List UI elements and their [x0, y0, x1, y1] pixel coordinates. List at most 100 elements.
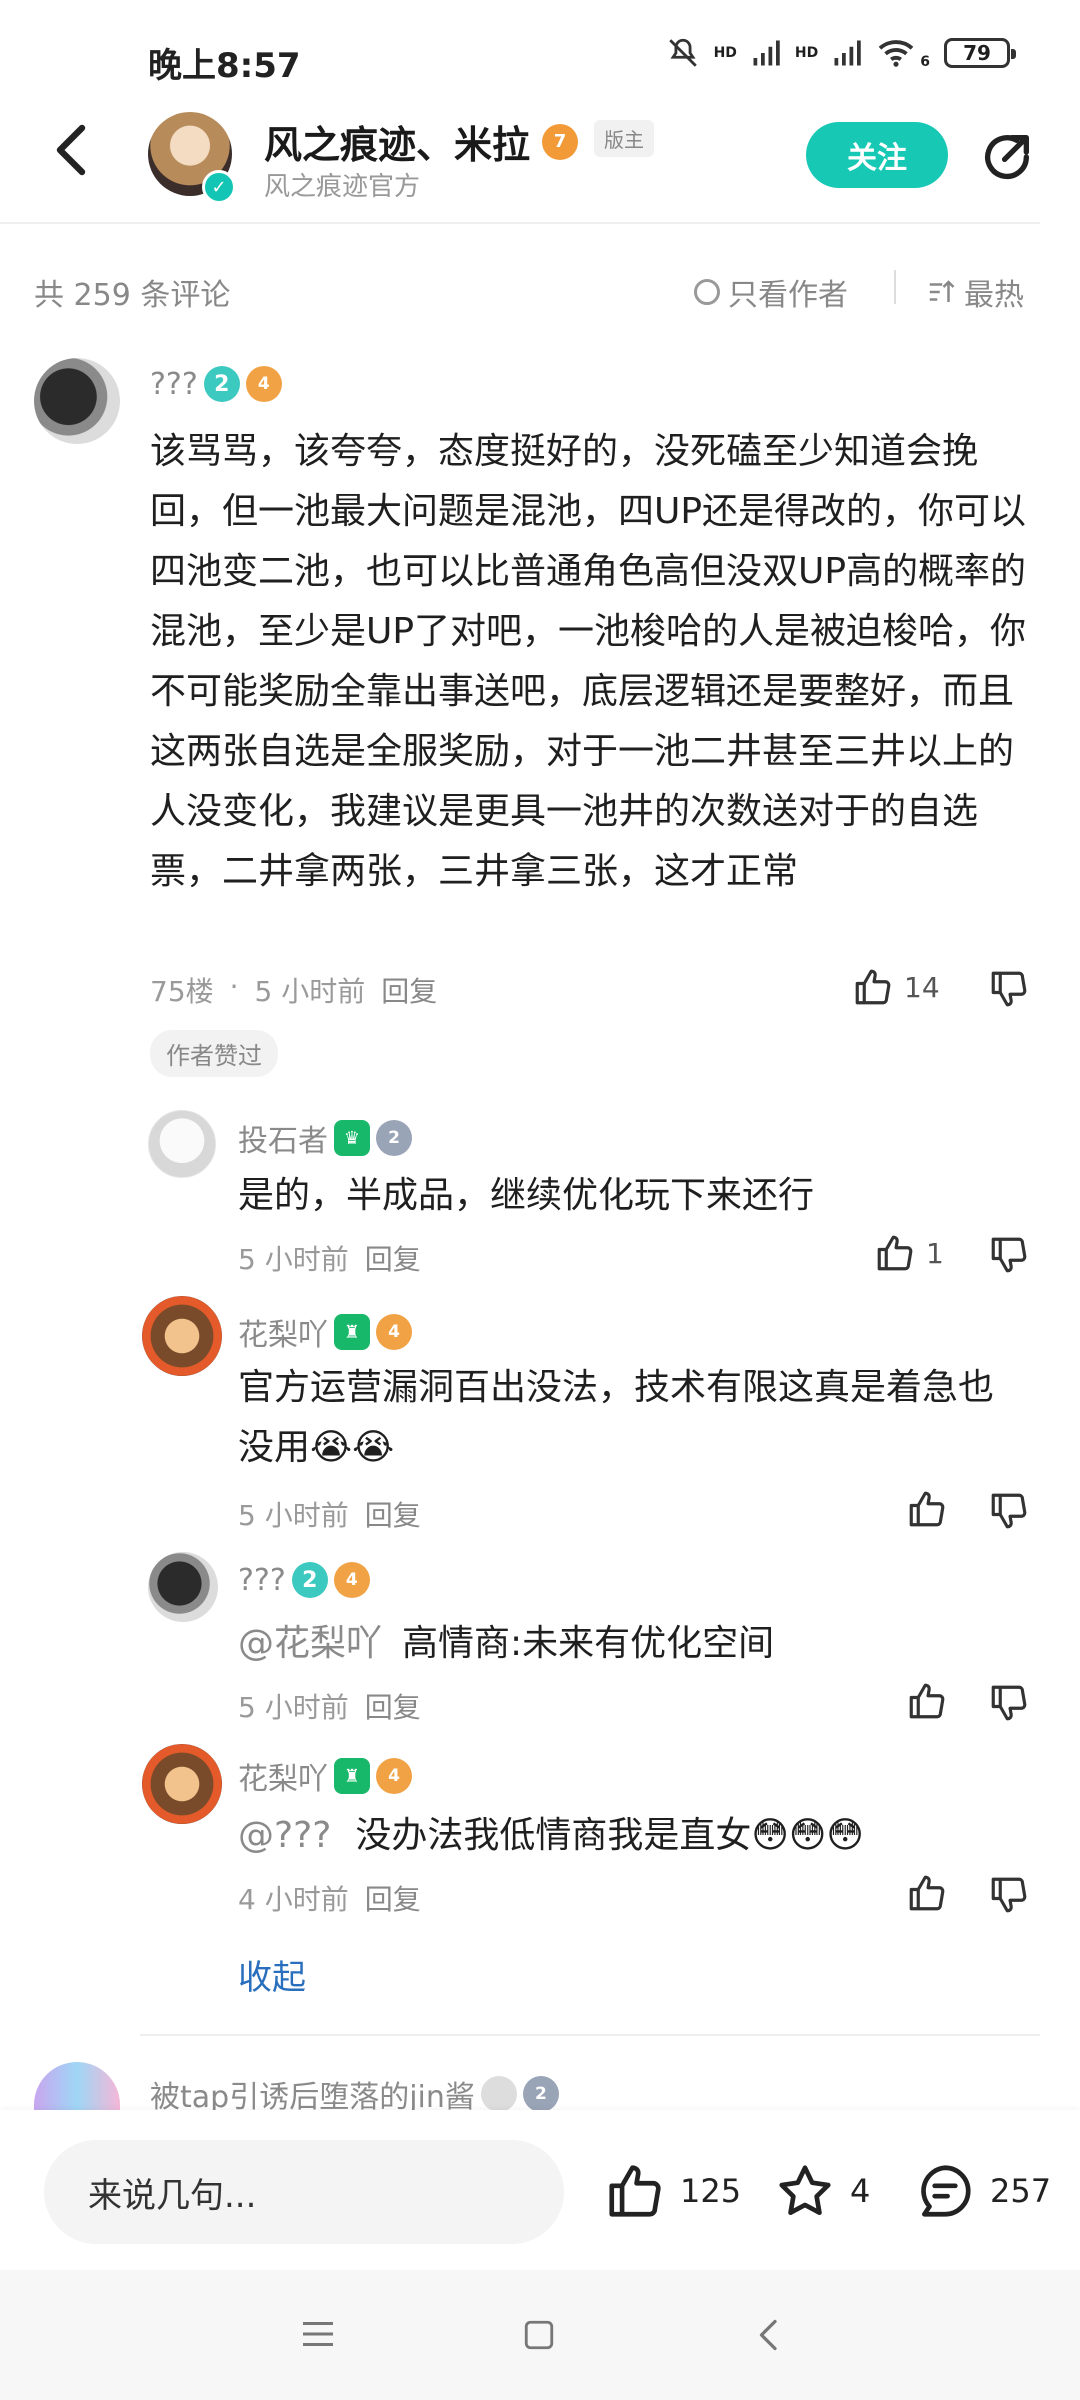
back-button[interactable] [48, 122, 96, 182]
back-arrow-icon [56, 124, 86, 176]
reply-time: 5 小时前 [238, 1243, 349, 1276]
menu-icon [303, 2322, 333, 2346]
author-subtitle: 风之痕迹官方 [264, 172, 421, 202]
only-author-label: 只看作者 [728, 278, 848, 313]
mute-bell-icon [668, 38, 697, 67]
like-count: 1 [926, 1236, 944, 1270]
reply-button[interactable]: 回复 [365, 1878, 421, 1918]
reply-avatar[interactable] [148, 1552, 218, 1622]
post-like-button[interactable]: 125 [604, 2160, 741, 2222]
reply-time: 5 小时前 [238, 1499, 349, 1532]
comments-button[interactable]: 257 [914, 2160, 1051, 2222]
reply-avatar[interactable] [142, 1296, 222, 1376]
mention-link[interactable]: @??? [238, 1806, 331, 1866]
moderator-tag: 版主 [594, 120, 654, 157]
like-button[interactable]: 1 [874, 1232, 944, 1274]
tap-badge: 2 [522, 2076, 559, 2112]
reply-avatar[interactable] [142, 1744, 222, 1824]
level-badge: 2 [291, 1562, 328, 1598]
network-type-1: HD [713, 45, 737, 61]
reply-text-row: @??? 没办法我低情商我是直女😳😳😳 [238, 1806, 864, 1866]
commenter-avatar[interactable] [34, 358, 120, 444]
reply-user-name[interactable]: ??? 2 4 [238, 1562, 370, 1598]
battery-icon: 79 [944, 38, 1016, 68]
tap-badge: 4 [245, 366, 282, 402]
mention-link[interactable]: @花梨吖 [238, 1614, 382, 1674]
reply-text: 是的，半成品，继续优化玩下来还行 [238, 1175, 815, 1216]
reply-button[interactable]: 回复 [365, 1238, 421, 1278]
reply-time: 4 小时前 [238, 1883, 349, 1916]
reply-text: 高情商:未来有优化空间 [402, 1623, 775, 1664]
comment-body: 该骂骂，该夸夸，态度挺好的，没死磕至少知道会挽回，但一池最大问题是混池，四UP还… [150, 431, 1027, 892]
reply-text: 官方运营漏洞百出没法，技术有限这真是着急也没用😭😭 [238, 1367, 995, 1468]
back-nav-button[interactable] [754, 2316, 784, 2358]
home-nav-button[interactable] [522, 2318, 556, 2356]
share-icon [985, 135, 1029, 180]
home-square-icon [524, 2320, 554, 2350]
comment-bubble-icon [921, 2165, 971, 2217]
like-button[interactable]: 14 [852, 966, 940, 1008]
dislike-button[interactable] [988, 1682, 1030, 1728]
shield-badge-icon: ♜ [334, 1314, 370, 1350]
like-button[interactable] [906, 1488, 948, 1534]
status-icons: HD HD 6 79 [666, 36, 1016, 70]
shield-badge-icon: ♜ [334, 1758, 370, 1794]
only-author-filter[interactable]: 只看作者 [694, 270, 848, 314]
author-name[interactable]: 风之痕迹、米拉 7 [264, 114, 579, 169]
share-button[interactable] [978, 128, 1036, 190]
commenter-name-text: ??? [150, 366, 198, 402]
thumbs-up-icon [877, 1235, 913, 1271]
favorite-button[interactable]: 4 [774, 2160, 870, 2222]
reply-user-name[interactable]: 投石者 ♛ 2 [238, 1116, 412, 1160]
reply-meta: 5 小时前 回复 [238, 1686, 421, 1726]
reply-avatar[interactable] [148, 1110, 216, 1178]
wifi-icon [878, 40, 914, 67]
meta-dot: · [229, 970, 239, 1003]
reply-button[interactable]: 回复 [365, 1686, 421, 1726]
comment-meta: 75楼 · 5 小时前 回复 [150, 970, 437, 1010]
comment-total-count: 257 [990, 2172, 1052, 2210]
reply-user-name[interactable]: 花梨吖 ♜ 4 [238, 1754, 412, 1798]
thumbs-down-icon [991, 1493, 1027, 1529]
commenter-name[interactable]: ??? 2 4 [150, 366, 282, 402]
like-button[interactable] [906, 1872, 948, 1918]
sort-button[interactable]: 最热 [926, 270, 1024, 314]
reply-button[interactable]: 回复 [381, 970, 437, 1010]
menu-nav-button[interactable] [300, 2318, 336, 2354]
dislike-button[interactable] [988, 1490, 1030, 1536]
header-divider [0, 222, 1040, 224]
reply-meta: 5 小时前 回复 [238, 1238, 421, 1278]
radio-icon [694, 279, 720, 305]
reply-time: 5 小时前 [238, 1691, 349, 1724]
level-badge: 2 [203, 366, 240, 402]
thumbs-up-icon [909, 1683, 945, 1719]
star-icon [779, 2165, 831, 2216]
reply-user-name-text: 投石者 [238, 1124, 328, 1159]
dislike-button[interactable] [988, 968, 1030, 1014]
dislike-button[interactable] [988, 1874, 1030, 1920]
comment-input[interactable]: 来说几句... [44, 2140, 564, 2244]
like-button[interactable] [906, 1680, 948, 1726]
collapse-replies-button[interactable]: 收起 [238, 1950, 306, 1999]
reply-meta: 4 小时前 回复 [238, 1878, 421, 1918]
battery-level: 79 [963, 41, 991, 65]
thumbs-down-icon [991, 1877, 1027, 1913]
reply-button[interactable]: 回复 [365, 1494, 421, 1534]
post-like-count: 125 [680, 2172, 742, 2210]
comment-time: 5 小时前 [254, 975, 366, 1008]
sort-icon [929, 280, 955, 302]
sort-label: 最热 [964, 278, 1024, 313]
network-type-2: HD [794, 45, 819, 61]
reply-user-name[interactable]: 花梨吖 ♜ 4 [238, 1310, 412, 1354]
tap-badge: 4 [333, 1562, 370, 1598]
filter-separator [894, 270, 896, 304]
follow-button[interactable]: 关注 [806, 122, 948, 188]
thumbs-down-icon [991, 971, 1027, 1007]
signal-icon-2 [834, 40, 861, 66]
author-level-badge: 7 [542, 123, 579, 160]
reply-text: 没办法我低情商我是直女😳😳😳 [355, 1815, 864, 1856]
thumbs-up-icon [909, 1491, 945, 1527]
next-commenter-mini-avatar [480, 2076, 517, 2112]
comment-divider [140, 2034, 1040, 2036]
dislike-button[interactable] [988, 1234, 1030, 1280]
